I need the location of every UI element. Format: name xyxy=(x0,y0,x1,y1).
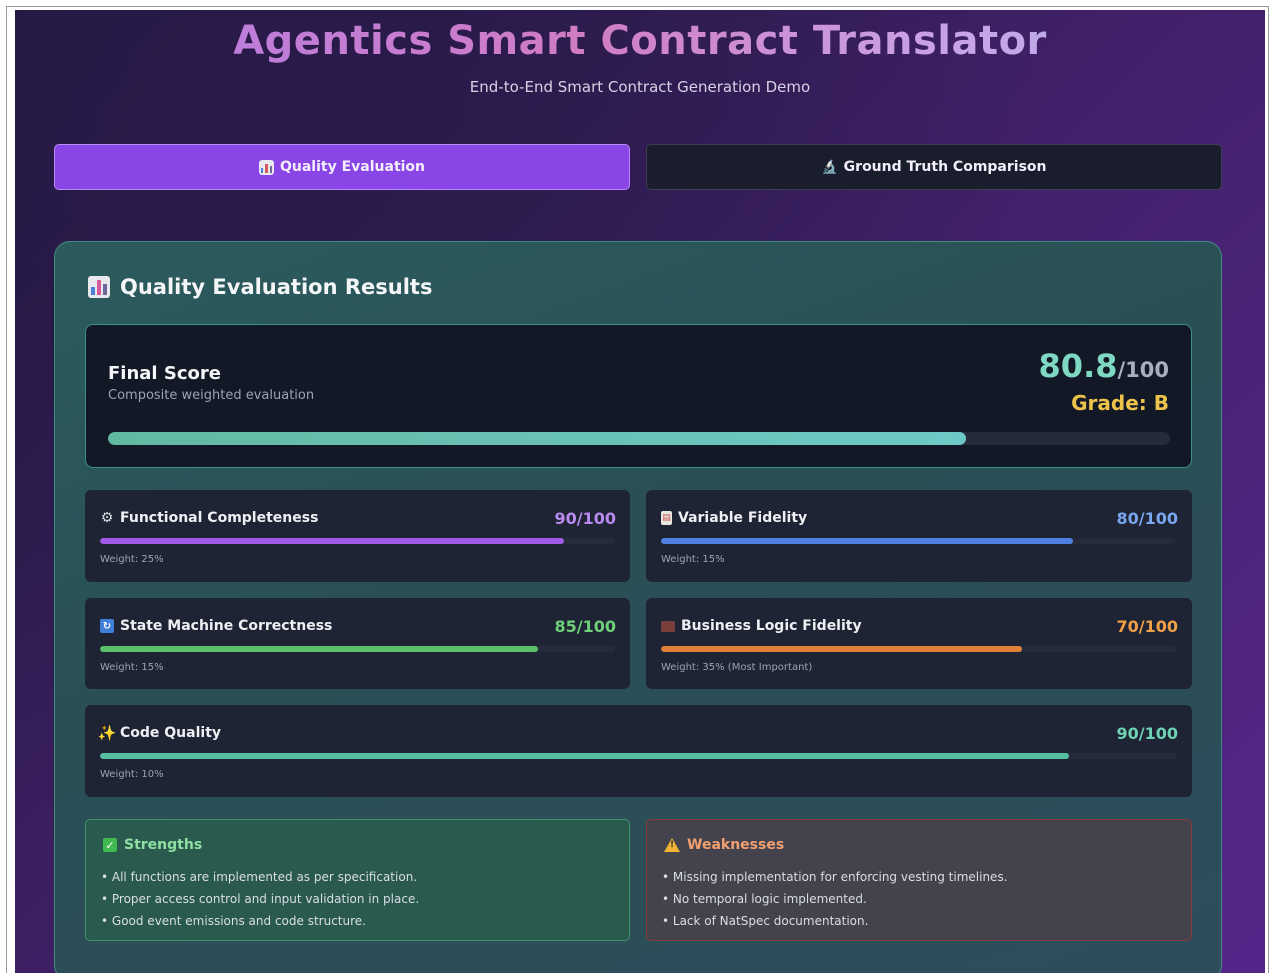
sparkles-icon: ✨ xyxy=(97,724,117,742)
metric-weight: Weight: 25% xyxy=(100,554,164,565)
tab-label: Quality Evaluation xyxy=(279,159,426,175)
app-root: Agentics Smart Contract Translator End-t… xyxy=(15,10,1265,973)
metric-name: Functional Completeness xyxy=(120,510,319,526)
list-item: • No temporal logic implemented. xyxy=(662,892,867,906)
metric-progress xyxy=(100,753,1177,759)
tab-label: Ground Truth Comparison xyxy=(843,159,1047,175)
final-score-label: Final Score xyxy=(108,363,221,384)
strengths-title: Strengths xyxy=(124,837,203,853)
metric-progress xyxy=(661,646,1176,652)
final-score-card: Final Score Composite weighted evaluatio… xyxy=(85,324,1192,468)
metric-name: Variable Fidelity xyxy=(678,510,808,526)
metric-weight: Weight: 15% xyxy=(661,554,725,565)
warning-icon xyxy=(664,838,680,852)
metric-weight: Weight: 10% xyxy=(100,769,164,780)
metric-progress xyxy=(100,538,615,544)
panel-title: Quality Evaluation Results xyxy=(88,275,432,299)
bar-chart-icon xyxy=(258,159,274,175)
metric-score: 85/100 xyxy=(554,617,616,636)
metric-progress-fill xyxy=(661,646,1022,652)
metric-weight: Weight: 15% xyxy=(100,662,164,673)
metric-progress xyxy=(100,646,615,652)
check-icon: ✓ xyxy=(103,838,117,852)
refresh-icon: ↻ xyxy=(100,619,114,633)
tab-quality-evaluation[interactable]: Quality Evaluation xyxy=(54,144,630,190)
metric-progress-fill xyxy=(100,646,538,652)
gear-icon: ⚙ xyxy=(100,510,114,526)
metric-name: State Machine Correctness xyxy=(120,618,333,634)
briefcase-icon xyxy=(661,620,675,632)
grade-badge: Grade: B xyxy=(1071,391,1169,415)
list-item: • All functions are implemented as per s… xyxy=(101,870,418,884)
list-item: • Missing implementation for enforcing v… xyxy=(662,870,1008,884)
metric-weight: Weight: 35% (Most Important) xyxy=(661,662,813,673)
weaknesses-title: Weaknesses xyxy=(687,837,785,853)
metric-name: Business Logic Fidelity xyxy=(681,618,862,634)
results-panel: Quality Evaluation Results Final Score C… xyxy=(54,241,1222,973)
strengths-box: ✓ Strengths • All functions are implement… xyxy=(85,819,630,941)
metric-progress-fill xyxy=(100,753,1070,759)
bar-chart-icon xyxy=(88,276,110,298)
metric-card-functional-completeness: ⚙ Functional Completeness 90/100 Weight: … xyxy=(85,490,630,582)
microscope-icon: 🔬 xyxy=(821,159,838,175)
metric-card-business-logic-fidelity: Business Logic Fidelity 70/100 Weight: 3… xyxy=(646,598,1192,689)
weaknesses-box: Weaknesses • Missing implementation for … xyxy=(646,819,1192,941)
metric-progress-fill xyxy=(661,538,1073,544)
panel-title-text: Quality Evaluation Results xyxy=(120,275,433,299)
metric-score: 70/100 xyxy=(1116,617,1178,636)
metric-card-code-quality: ✨ Code Quality 90/100 Weight: 10% xyxy=(85,705,1192,797)
final-score-progress xyxy=(108,432,1170,445)
tab-ground-truth-comparison[interactable]: 🔬 Ground Truth Comparison xyxy=(646,144,1222,190)
metric-progress-fill xyxy=(100,538,564,544)
metric-card-state-machine-correctness: ↻ State Machine Correctness 85/100 Weight… xyxy=(85,598,630,689)
list-item: • Lack of NatSpec documentation. xyxy=(662,914,869,928)
page-title: Agentics Smart Contract Translator xyxy=(15,18,1265,64)
page-subtitle: End-to-End Smart Contract Generation Dem… xyxy=(469,78,811,96)
list-item: • Proper access control and input valida… xyxy=(101,892,420,906)
list-item: • Good event emissions and code structur… xyxy=(101,914,366,928)
document-icon: ▤ xyxy=(661,511,672,525)
metric-score: 80/100 xyxy=(1116,509,1178,528)
final-score-sub: Composite weighted evaluation xyxy=(108,388,315,403)
final-score-value: 80.8/100 xyxy=(1038,347,1169,385)
metric-progress xyxy=(661,538,1176,544)
final-score-progress-fill xyxy=(108,432,967,445)
weaknesses-list: • Missing implementation for enforcing v… xyxy=(662,866,1008,932)
metric-name: Code Quality xyxy=(120,725,222,741)
strengths-list: • All functions are implemented as per s… xyxy=(101,866,419,932)
metric-score: 90/100 xyxy=(1116,724,1178,743)
metric-score: 90/100 xyxy=(554,509,616,528)
metric-card-variable-fidelity: ▤ Variable Fidelity 80/100 Weight: 15% xyxy=(646,490,1192,582)
